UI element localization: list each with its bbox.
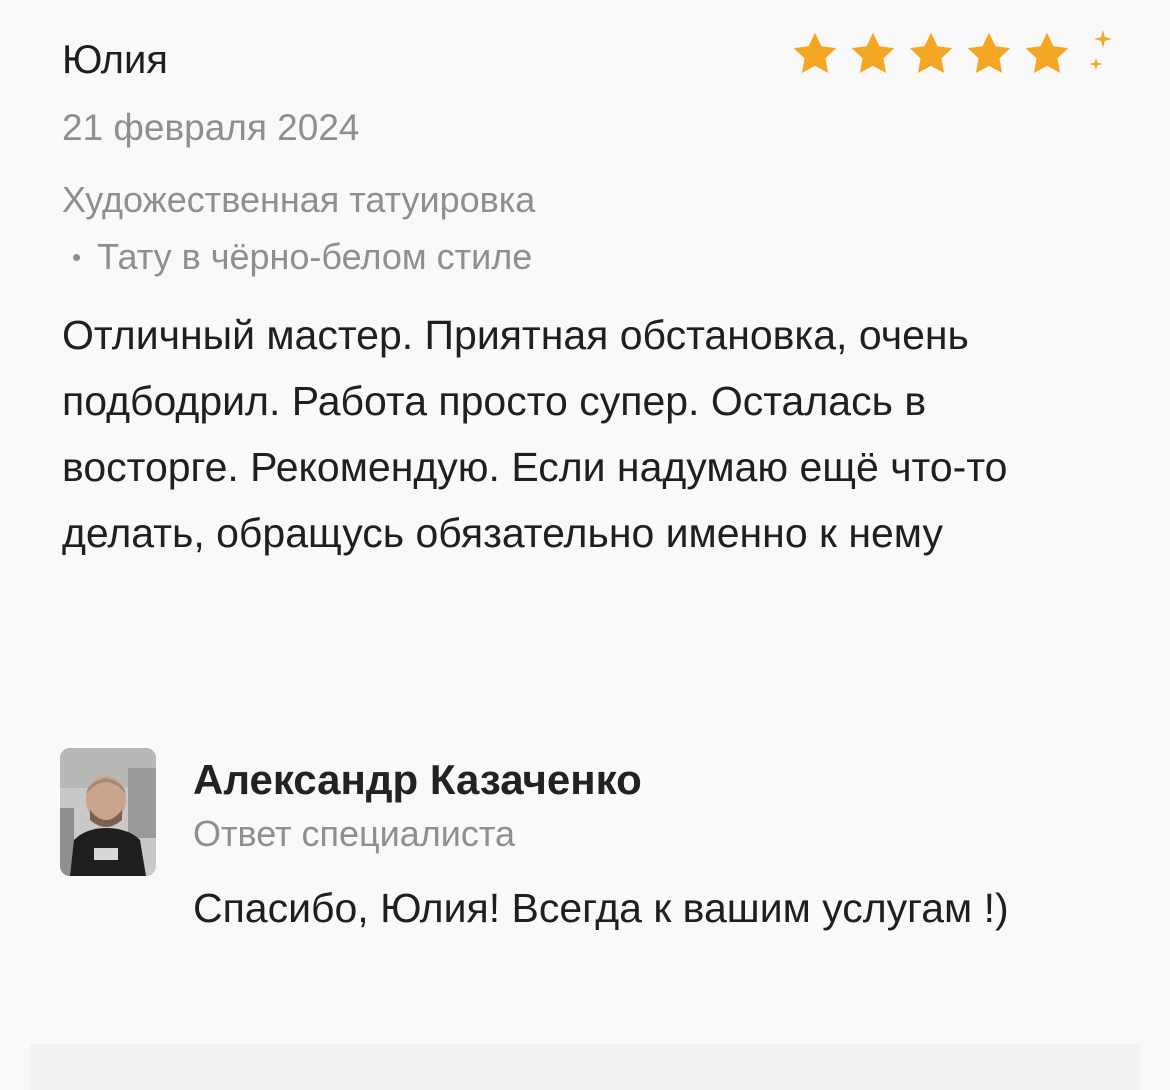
review-text: Отличный мастер. Приятная обстановка, оч…	[62, 312, 1008, 556]
service-subitem-label: Тату в чёрно-белом стиле	[97, 236, 533, 277]
star-icon	[909, 32, 953, 73]
review-card: Юлия 21 февраля 2024 Художественная тату…	[0, 0, 1170, 1090]
star-icon	[793, 32, 837, 73]
reply-author-name: Александр Казаченко	[193, 756, 642, 803]
sparkle-icon	[1089, 57, 1103, 71]
service-subitem: • Тату в чёрно-белом стиле	[72, 233, 532, 281]
star-icon	[851, 32, 895, 73]
rating-stars	[790, 26, 1113, 82]
review-date: 21 февраля 2024	[62, 107, 360, 148]
sparkle-icon	[1093, 29, 1113, 49]
reply-role: Ответ специалиста	[193, 813, 516, 854]
star-icon	[967, 32, 1011, 73]
reply-text: Спасибо, Юлия! Всегда к вашим услугам !)	[193, 885, 1009, 931]
review-author-name: Юлия	[62, 38, 168, 82]
service-category: Художественная татуировка	[62, 179, 536, 220]
star-icon	[1025, 32, 1069, 73]
bullet-icon: •	[72, 242, 82, 272]
bottom-divider	[30, 1044, 1140, 1090]
specialist-avatar	[60, 748, 156, 876]
